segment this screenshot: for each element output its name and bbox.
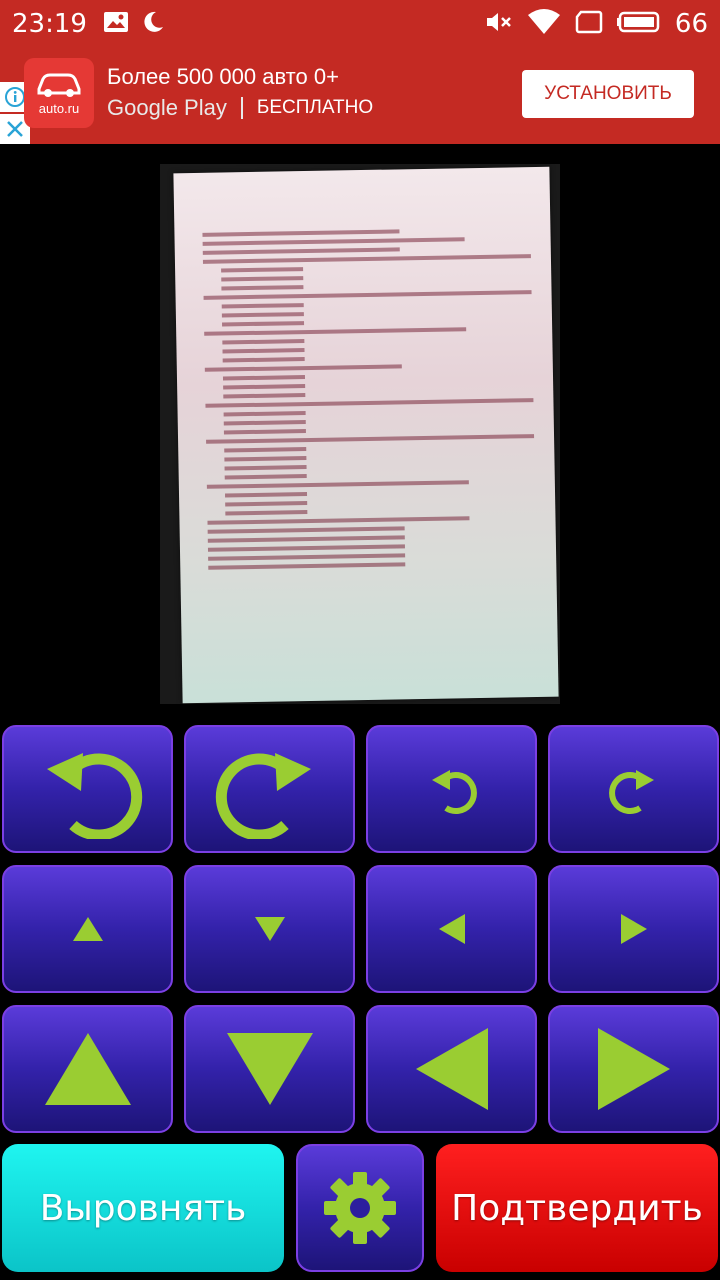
moon-icon [141, 10, 165, 39]
wifi-icon [527, 8, 561, 40]
rotate-left-large-icon [46, 753, 142, 839]
move-up-large-button[interactable] [2, 1005, 173, 1133]
settings-button[interactable] [296, 1144, 424, 1272]
gear-icon [324, 1172, 396, 1244]
move-left-small-button[interactable] [366, 865, 537, 993]
document-photo-preview[interactable] [160, 164, 560, 704]
status-time: 23:19 [12, 9, 87, 39]
rotate-left-small-button[interactable] [366, 725, 537, 853]
rotate-right-small-icon [608, 770, 654, 814]
move-down-small-icon [254, 917, 285, 941]
ad-divider [240, 97, 243, 119]
rotate-right-small-button[interactable] [548, 725, 719, 853]
battery-icon [616, 11, 661, 38]
ad-banner[interactable]: auto.ru Более 500 000 авто 0+ Google Pla… [0, 48, 720, 144]
move-up-small-button[interactable] [2, 865, 173, 993]
document-paper-image [173, 166, 559, 704]
rotate-right-large-button[interactable] [184, 725, 355, 853]
ad-price: БЕСПЛАТНО [256, 97, 374, 118]
ad-app-logo[interactable]: auto.ru [24, 58, 94, 128]
move-left-small-icon [438, 914, 465, 944]
ad-title[interactable]: Более 500 000 авто 0+ [107, 64, 339, 90]
move-right-large-icon [597, 1028, 670, 1110]
mute-icon [485, 10, 513, 39]
ad-store-name: Google Play [107, 95, 227, 120]
ad-app-label: auto.ru [38, 100, 80, 116]
move-down-large-button[interactable] [184, 1005, 355, 1133]
move-right-large-button[interactable] [548, 1005, 719, 1133]
car-icon [37, 73, 81, 97]
move-left-large-button[interactable] [366, 1005, 537, 1133]
move-right-small-icon [620, 914, 647, 944]
move-left-large-icon [415, 1028, 488, 1110]
battery-level: 66 [674, 9, 708, 39]
move-down-large-icon [226, 1033, 313, 1105]
rotate-left-small-icon [431, 770, 477, 814]
status-bar: 23:19 66 [0, 0, 720, 48]
ad-subtitle: Google Play БЕСПЛАТНО [107, 95, 373, 121]
rotate-left-large-button[interactable] [2, 725, 173, 853]
move-right-small-button[interactable] [548, 865, 719, 993]
rotate-right-large-icon [215, 753, 311, 839]
ad-install-button[interactable]: УСТАНОВИТЬ [522, 70, 694, 118]
align-button[interactable]: Выровнять [2, 1144, 284, 1272]
confirm-button[interactable]: Подтвердить [436, 1144, 718, 1272]
sim-icon [575, 10, 603, 39]
move-up-small-icon [72, 917, 103, 941]
move-up-large-icon [44, 1033, 131, 1105]
image-icon [103, 11, 129, 38]
move-down-small-button[interactable] [184, 865, 355, 993]
document-text-lines [202, 227, 536, 575]
